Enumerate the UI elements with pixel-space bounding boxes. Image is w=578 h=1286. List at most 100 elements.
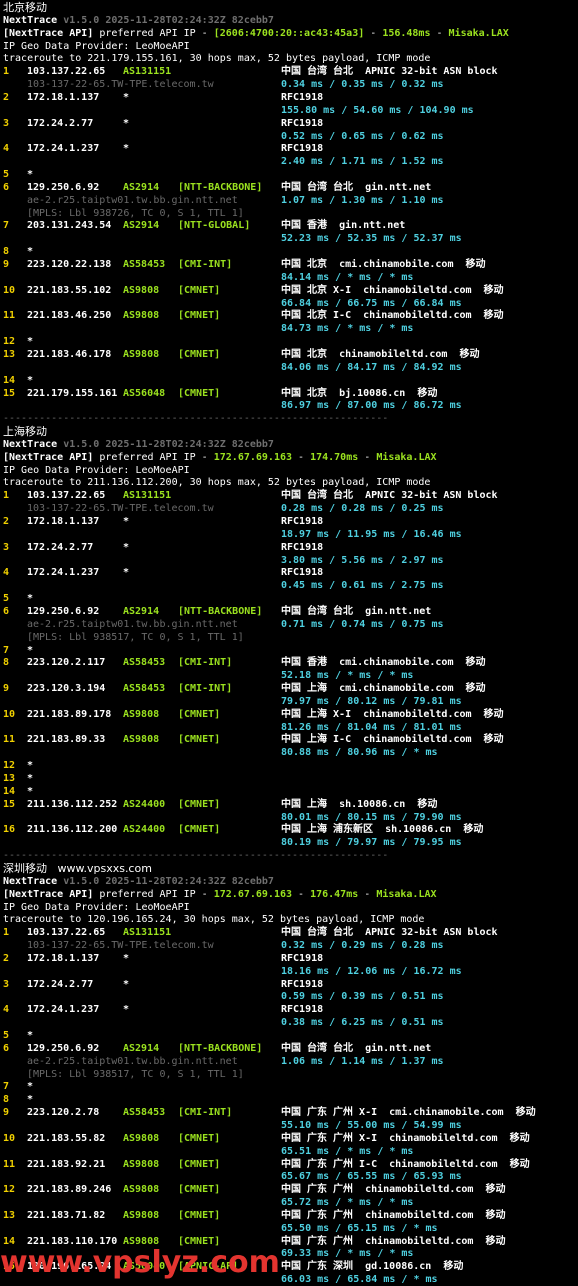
hop-rtt: 1.06 ms / 1.14 ms / 1.37 ms [281, 1055, 444, 1067]
hop-geo: 中国 上海 浦东新区 sh.10086.cn 移动 [281, 823, 483, 836]
hop-geo: 中国 香港 gin.ntt.net [281, 219, 405, 232]
hop-ip: * [27, 336, 34, 348]
terminal-line: 13 221.183.46.178 AS9808 [CMNET] 中国 北京 china… [0, 348, 578, 361]
hop-geo: 中国 台湾 台北 APNIC 32-bit ASN block [281, 926, 498, 939]
api-ip: 172.67.69.163 [213, 888, 293, 900]
hop-ip: * [27, 644, 34, 656]
hop-tag: [CMI-INT] [178, 1107, 233, 1119]
hop-ip: * [27, 169, 34, 181]
hop-host: bj.10086.cn 移动 [327, 387, 438, 399]
hop-host: APNIC 32-bit ASN block [353, 927, 498, 939]
terminal-line: 15 221.179.155.161 AS56048 [CMNET] 中国 北京 bj.… [0, 387, 578, 400]
terminal-line: 8 223.120.2.117 AS58453 [CMI-INT] 中国 香港 cmi.… [0, 656, 578, 669]
terminal-line: 9 223.120.2.78 AS58453 [CMI-INT] 中国 广东 广州 X-… [0, 1106, 578, 1119]
api-sep: - [292, 888, 311, 900]
hop-number: 1 [3, 927, 10, 939]
hop-location: 中国 北京 X-I [281, 284, 352, 296]
api-line: [NextTrace API] preferred API IP - 172.6… [3, 888, 437, 901]
hop-rtt: 69.33 ms / * ms / * ms [281, 1248, 414, 1260]
terminal-line: 10 221.183.55.82 AS9808 [CMNET] 中国 广东 广州 X-I… [0, 1132, 578, 1145]
hop-number: 8 [3, 1094, 10, 1106]
hop-hostname: ae-2.r25.taiptw01.tw.bb.gin.ntt.net [27, 1055, 238, 1067]
hop-number: 9 [3, 259, 10, 270]
hop-ip: 172.24.1.237 [27, 567, 100, 579]
api-host: Misaka.LAX [376, 451, 437, 463]
geo-provider: IP Geo Data Provider: LeoMoeAPI [3, 40, 190, 52]
hop-asn: AS24400 [123, 824, 166, 836]
hop-number: 5 [3, 1030, 10, 1041]
hop-geo: RFC1918 [281, 91, 323, 104]
terminal-line: 13 * [0, 772, 578, 785]
hop-asn: * [123, 952, 130, 964]
hop-number: 5 [3, 593, 10, 605]
hop-hostname: 103-137-22-65.TW-TPE.telecom.tw [27, 503, 214, 515]
terminal-line: 5 * [0, 168, 578, 181]
terminal-line: 12 * [0, 759, 578, 772]
hop-tag: [CMNET] [178, 824, 221, 836]
hop-host: cmi.chinamobile.com 移动 [377, 1107, 536, 1119]
version-text: v1.5.0 2025-11-28T02:24:32Z 82cebb7 [57, 438, 274, 450]
terminal-line: 4 172.24.1.237 * RFC1918 [0, 566, 578, 579]
hop-ip: * [27, 1081, 34, 1093]
hop-host: chinamobileltd.com 移动 [353, 1184, 506, 1196]
terminal-line: 84.06 ms / 84.17 ms / 84.92 ms [0, 361, 578, 374]
hop-ip: 103.137.22.65 [27, 927, 106, 939]
hop-rtt: 18.97 ms / 11.95 ms / 16.46 ms [281, 528, 462, 540]
hop-location: 中国 上海 X-I [281, 708, 352, 720]
hop-asn: AS9808 [123, 1158, 160, 1170]
hop-ip: 221.179.155.161 [27, 387, 118, 399]
hop-geo: 中国 台湾 台北 APNIC 32-bit ASN block [281, 65, 498, 78]
terminal-line: 52.18 ms / * ms / * ms [0, 669, 578, 682]
hop-host: sh.10086.cn 移动 [327, 798, 438, 810]
hop-geo: 中国 广东 广州 chinamobileltd.com 移动 [281, 1235, 506, 1248]
hop-number: 13 [3, 348, 16, 360]
hop-tag: [CMI-INT] [178, 259, 233, 270]
hop-location: 中国 北京 [281, 387, 328, 399]
hop-ip: * [27, 374, 34, 386]
hop-number: 3 [3, 541, 10, 553]
hop-ip: 221.183.92.21 [27, 1158, 106, 1170]
separator: ----------------------------------------… [3, 850, 389, 862]
terminal-line: [NextTrace API] preferred API IP - 172.6… [0, 451, 578, 464]
terminal-line: 14 * [0, 374, 578, 387]
api-ip: 172.67.69.163 [213, 451, 293, 463]
terminal-line: 0.38 ms / 6.25 ms / 0.51 ms [0, 1016, 578, 1029]
hop-number: 2 [3, 91, 10, 103]
version-text: v1.5.0 2025-11-28T02:24:32Z 82cebb7 [57, 875, 274, 887]
hop-mpls: [MPLS: Lbl 938517, TC 0, S 1, TTL 1] [27, 631, 244, 643]
terminal-line: NextTrace v1.5.0 2025-11-28T02:24:32Z 82… [0, 14, 578, 27]
traceroute-line: traceroute to 211.136.112.200, 30 hops m… [3, 477, 431, 489]
terminal-line: 52.23 ms / 52.35 ms / 52.37 ms [0, 232, 578, 245]
terminal-line: [MPLS: Lbl 938726, TC 0, S 1, TTL 1] [0, 207, 578, 220]
hop-location: 中国 香港 [281, 657, 328, 669]
hop-ip: * [27, 1094, 34, 1106]
terminal-line: 9 223.120.22.138 AS58453 [CMI-INT] 中国 北京 cmi… [0, 258, 578, 271]
hop-host: chinamobileltd.com 移动 [351, 708, 504, 720]
hop-ip: 172.24.1.237 [27, 1004, 100, 1016]
hop-host: gin.ntt.net [353, 1042, 432, 1054]
hop-number: 7 [3, 644, 10, 656]
terminal-line: 86.97 ms / 87.00 ms / 86.72 ms [0, 399, 578, 412]
terminal-line: IP Geo Data Provider: LeoMoeAPI [0, 40, 578, 53]
hop-geo: 中国 台湾 台北 gin.ntt.net [281, 181, 431, 194]
terminal-line: 80.01 ms / 80.15 ms / 79.90 ms [0, 811, 578, 824]
hop-ip: 172.18.1.137 [27, 952, 100, 964]
hop-number: 15 [3, 387, 16, 399]
terminal-line: 11 221.183.92.21 AS9808 [CMNET] 中国 广东 广州 I-C… [0, 1158, 578, 1171]
terminal-line: traceroute to 120.196.165.24, 30 hops ma… [0, 913, 578, 926]
terminal-line: 16 211.136.112.200 AS24400 [CMNET] 中国 上海 浦东新… [0, 823, 578, 836]
hop-asn: AS2914 [123, 1042, 160, 1054]
hop-geo: RFC1918 [281, 515, 323, 528]
hop-rtt: 0.28 ms / 0.28 ms / 0.25 ms [281, 503, 444, 515]
hop-ip: * [27, 773, 34, 784]
hop-geo: RFC1918 [281, 1003, 323, 1016]
watermark-text: www.vpslyz.com [0, 1245, 280, 1280]
hop-number: 4 [3, 567, 10, 579]
hop-rtt: 84.06 ms / 84.17 ms / 84.92 ms [281, 361, 462, 373]
hop-geo: 中国 广东 广州 X-I chinamobileltd.com 移动 [281, 1132, 530, 1145]
hop-ip: * [27, 246, 34, 258]
hop-ip: 129.250.6.92 [27, 1042, 100, 1054]
hop-ip: * [27, 593, 34, 605]
hop-rtt: 80.19 ms / 79.97 ms / 79.95 ms [281, 837, 462, 849]
hop-geo: RFC1918 [281, 541, 323, 554]
